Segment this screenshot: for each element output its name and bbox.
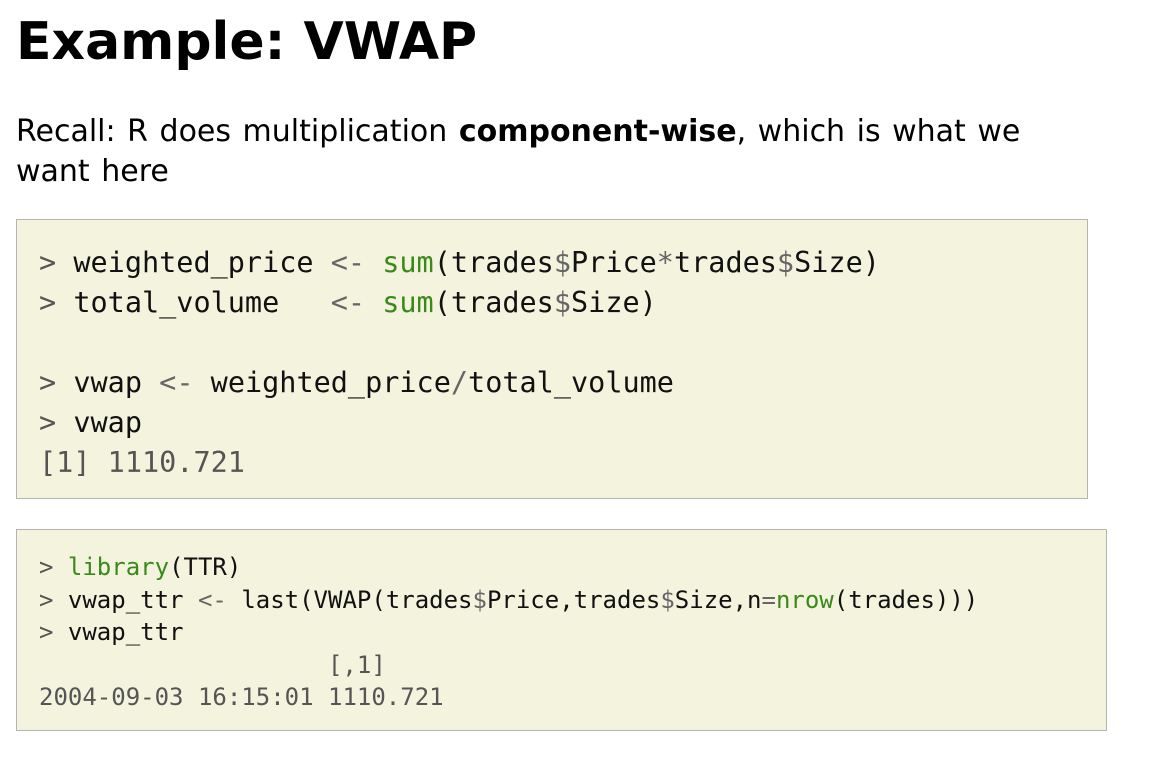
code-line-vwap-print: > vwap bbox=[39, 403, 1087, 443]
code-text: Size) bbox=[571, 286, 657, 319]
code-text: vwap bbox=[73, 406, 142, 439]
dollar-operator: $ bbox=[776, 246, 795, 279]
intro-paragraph: Recall: R does multiplication component-… bbox=[16, 112, 1096, 192]
console-prompt: > bbox=[39, 553, 54, 581]
dollar-operator: $ bbox=[553, 246, 571, 279]
equals-operator: = bbox=[761, 585, 776, 614]
code-text: vwap_ttr bbox=[67, 618, 184, 646]
output-value: 1110.721 bbox=[328, 683, 444, 711]
console-prompt: > bbox=[39, 406, 57, 439]
divide-operator: / bbox=[450, 366, 469, 399]
variable-name: vwap_ttr bbox=[67, 585, 184, 614]
output-index: [1] bbox=[39, 446, 91, 479]
variable-name: weighted_price bbox=[73, 246, 314, 279]
code-text: Size,n bbox=[674, 585, 762, 614]
code-text: last(VWAP(trades bbox=[241, 585, 473, 614]
code-block-vwap-manual: > weighted_price <- sum(trades$Price*tra… bbox=[16, 219, 1088, 499]
code-line-library: > library(TTR) bbox=[39, 551, 1106, 584]
code-text: Price,trades bbox=[486, 585, 661, 614]
code-text: weighted_price bbox=[210, 366, 451, 399]
function-name: library bbox=[67, 553, 170, 581]
output-value: 1110.721 bbox=[107, 446, 245, 479]
function-name: nrow bbox=[775, 585, 834, 614]
dollar-operator: $ bbox=[660, 585, 675, 614]
console-prompt: > bbox=[39, 246, 57, 279]
code-text: (trades bbox=[433, 246, 554, 279]
page-title: Example: VWAP bbox=[16, 12, 478, 72]
console-output: [1] 1110.721 bbox=[39, 443, 1087, 483]
code-line-vwap-assign: > vwap <- weighted_price/total_volume bbox=[39, 363, 1087, 403]
variable-name: vwap bbox=[73, 366, 142, 399]
code-line-weighted-price: > weighted_price <- sum(trades$Price*tra… bbox=[39, 243, 1087, 283]
intro-text-prefix: Recall: R does multiplication bbox=[16, 114, 459, 149]
code-text: Price bbox=[571, 246, 657, 279]
assign-operator: <- bbox=[330, 246, 366, 279]
code-text: trades bbox=[673, 246, 777, 279]
code-text: Size) bbox=[794, 246, 880, 279]
output-date: 2004-09-03 bbox=[39, 683, 184, 711]
console-prompt: > bbox=[39, 585, 54, 614]
assign-operator: <- bbox=[330, 286, 366, 319]
output-col-close: ] bbox=[371, 650, 386, 679]
variable-name: total_volume bbox=[73, 286, 280, 319]
function-name: sum bbox=[382, 286, 434, 319]
console-prompt: > bbox=[39, 286, 57, 319]
code-text: (TTR) bbox=[169, 553, 242, 581]
output-time: 16:15:01 bbox=[197, 683, 314, 711]
intro-bold-term: component-wise bbox=[458, 114, 737, 149]
code-text: (trades bbox=[433, 286, 554, 319]
console-output-header: [,1] bbox=[39, 649, 1106, 682]
console-prompt: > bbox=[39, 618, 54, 646]
output-col-index: 1 bbox=[356, 650, 372, 679]
function-name: sum bbox=[382, 246, 434, 279]
code-line-vwap-ttr-print: > vwap_ttr bbox=[39, 616, 1106, 649]
console-output-row: 2004-09-03 16:15:01 1110.721 bbox=[39, 681, 1106, 714]
assign-operator: <- bbox=[197, 585, 227, 614]
dollar-operator: $ bbox=[472, 585, 487, 614]
code-text: total_volume bbox=[468, 366, 674, 399]
code-text: (trades))) bbox=[833, 585, 979, 614]
console-prompt: > bbox=[39, 366, 57, 399]
dollar-operator: $ bbox=[553, 286, 571, 319]
multiply-operator: * bbox=[656, 246, 674, 279]
code-line-total-volume: > total_volume <- sum(trades$Size) bbox=[39, 283, 1087, 323]
code-line-vwap-ttr-assign: > vwap_ttr <- last(VWAP(trades$Price,tra… bbox=[39, 584, 1106, 617]
code-block-vwap-ttr: > library(TTR) > vwap_ttr <- last(VWAP(tr… bbox=[16, 529, 1107, 731]
output-col-open: [, bbox=[327, 650, 357, 679]
assign-operator: <- bbox=[159, 366, 194, 399]
